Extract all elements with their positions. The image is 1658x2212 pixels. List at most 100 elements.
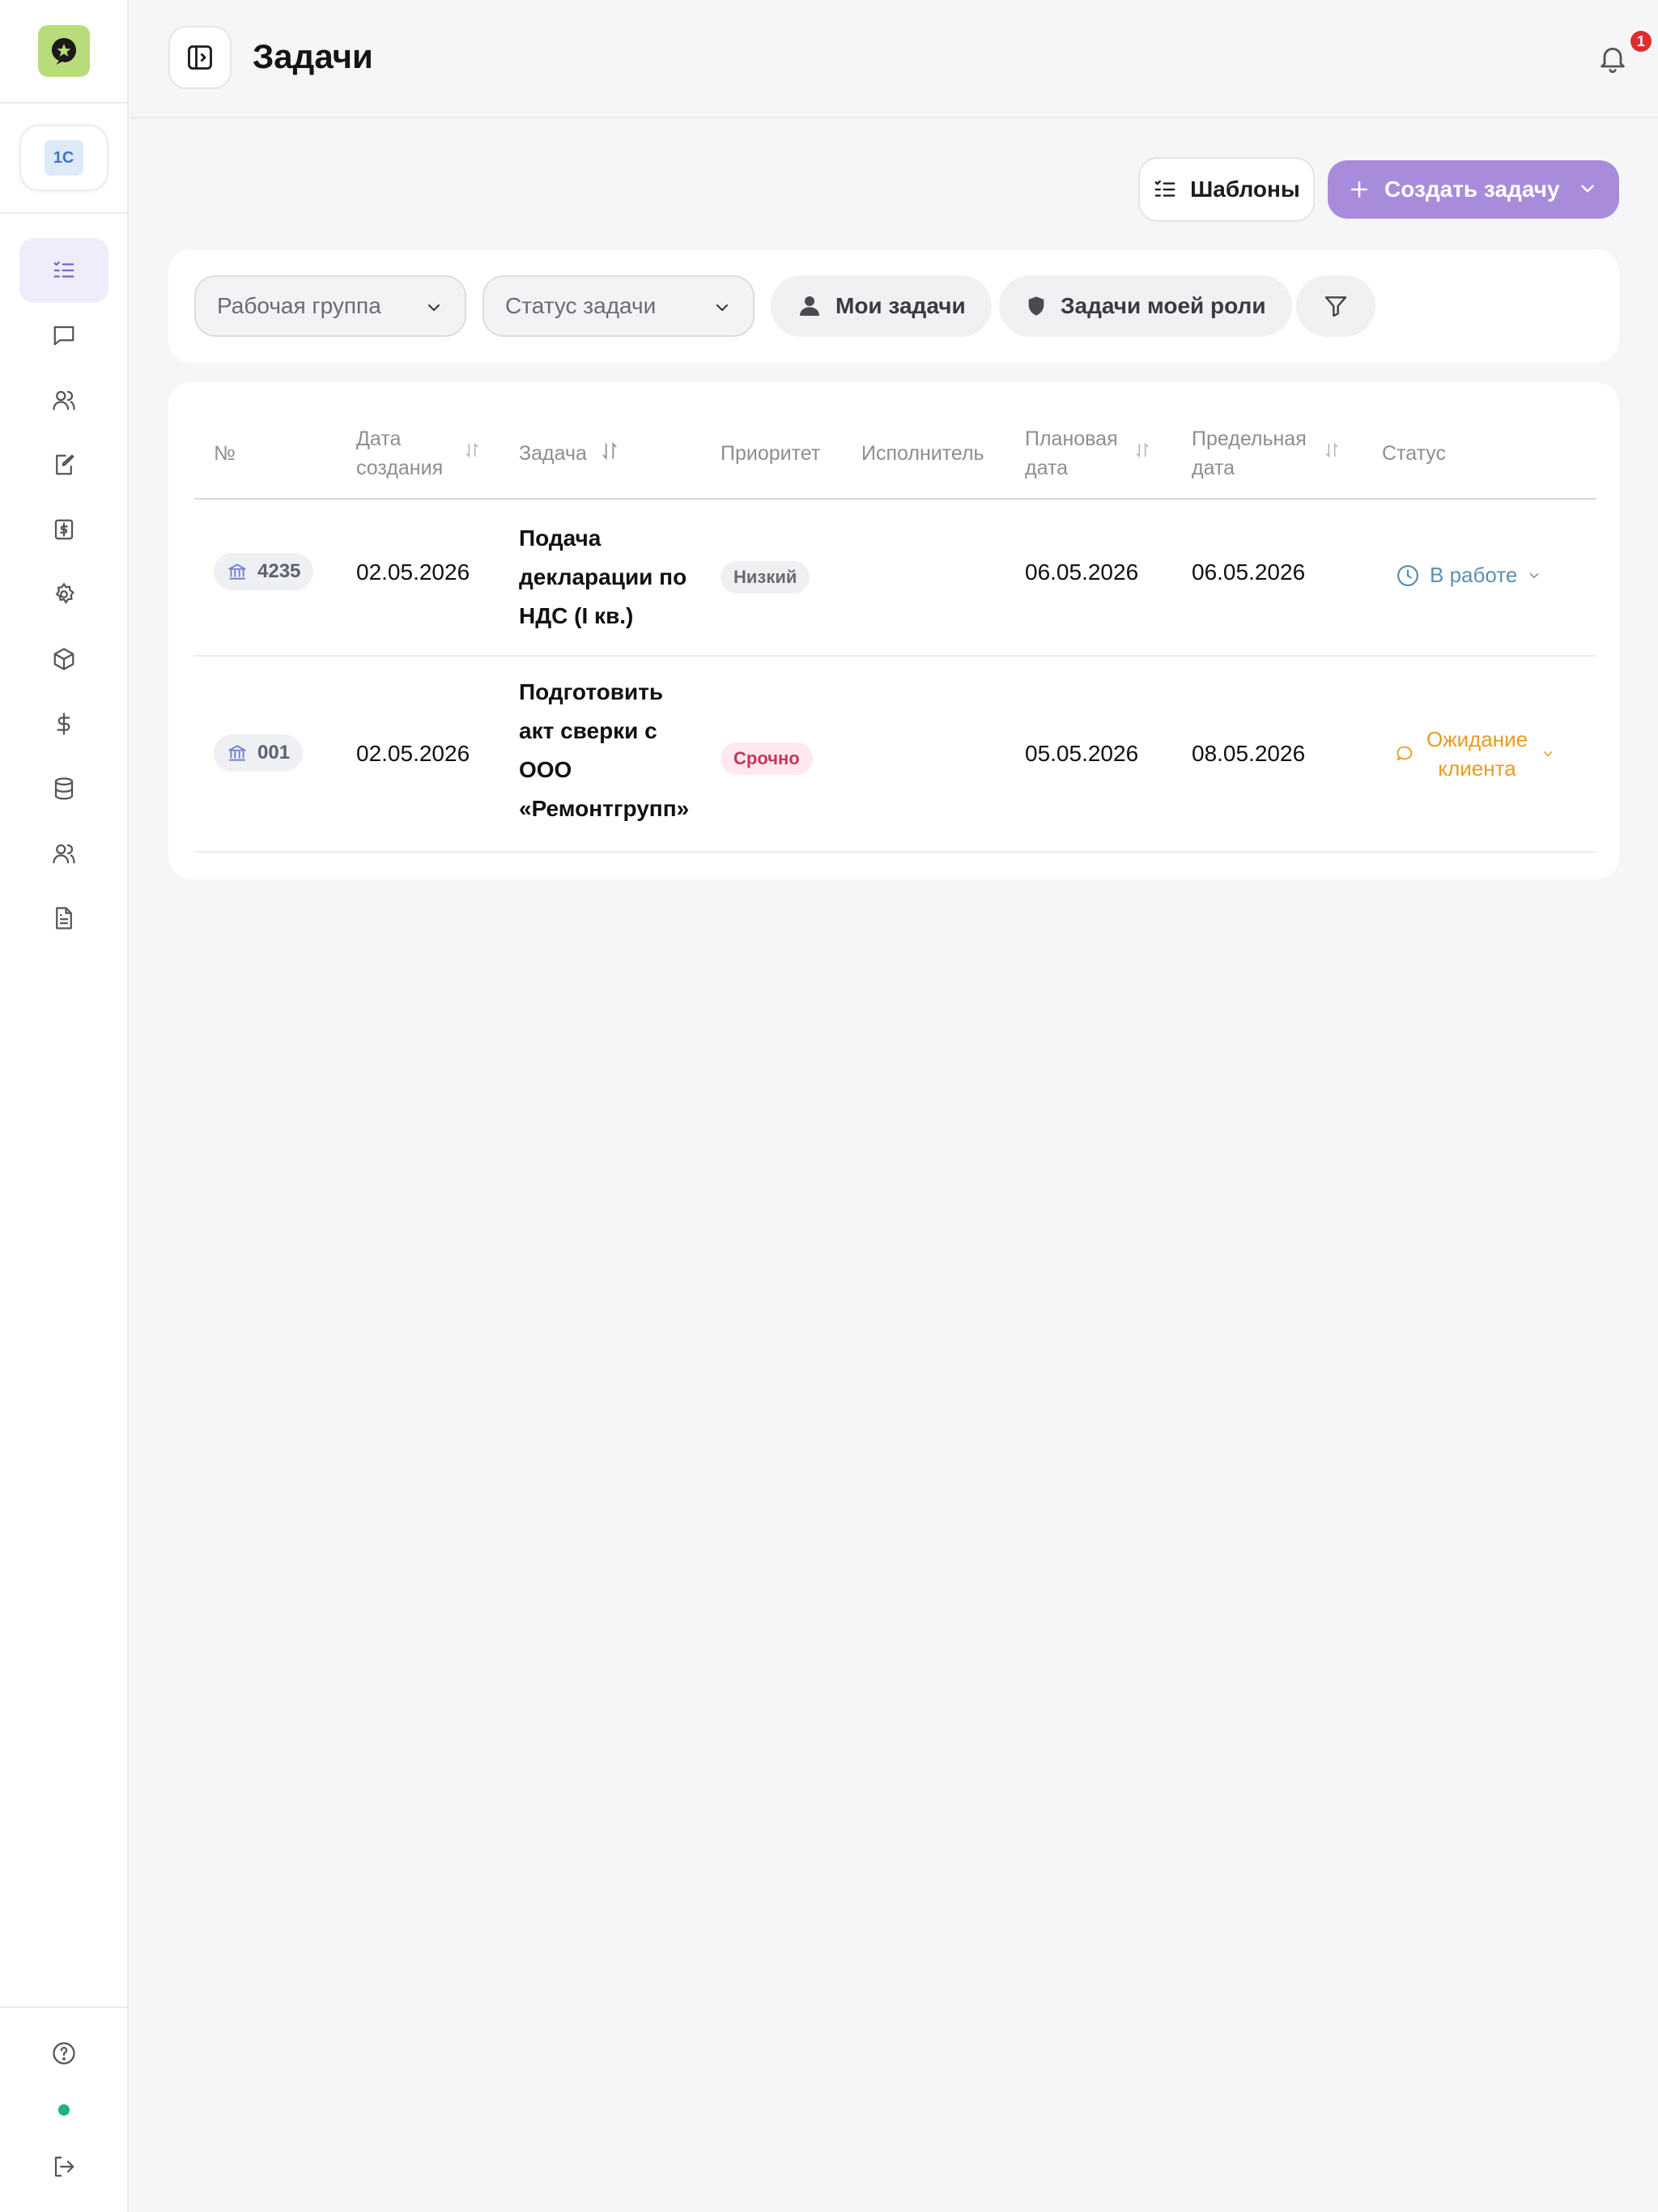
column-header-task[interactable]: Задача <box>519 439 587 468</box>
column-header-status: Статус <box>1382 442 1447 465</box>
task-title-line: ООО <box>519 757 572 782</box>
status-dropdown[interactable]: Ожидание клиента <box>1396 725 1555 783</box>
my-tasks-filter-label: Мои задачи <box>835 293 966 318</box>
deadline-date: 06.05.2026 <box>1192 559 1306 585</box>
templates-list-icon <box>1154 180 1175 197</box>
status-dropdown[interactable]: В работе <box>1396 563 1541 588</box>
work-group-select[interactable]: Рабочая группа <box>194 275 466 337</box>
status-label: В работе <box>1430 563 1518 587</box>
sidebar-item-reports[interactable] <box>19 886 108 951</box>
logout-button[interactable] <box>19 2134 108 2199</box>
column-header-created[interactable]: Дата создания <box>356 424 443 483</box>
filters-panel: Рабочая группа Статус задачи Мои задачи … <box>168 249 1619 363</box>
sidebar-toggle-button[interactable] <box>168 26 232 89</box>
task-status-select[interactable]: Статус задачи <box>483 275 755 337</box>
notifications-count-badge: 1 <box>1629 29 1653 53</box>
chevron-down-icon[interactable] <box>1577 178 1598 199</box>
invoice-icon <box>54 519 74 540</box>
planned-date: 05.05.2026 <box>1025 741 1139 766</box>
sidebar-item-documents[interactable] <box>19 432 108 497</box>
sidebar-item-settings[interactable] <box>19 562 108 627</box>
logo-icon <box>51 38 76 65</box>
column-header-planned[interactable]: Плановая дата <box>1025 424 1118 483</box>
advanced-filter-button[interactable] <box>1296 275 1375 337</box>
tasks-table: № Дата создания Задача Приоритет Исполни… <box>168 382 1619 879</box>
database-icon <box>54 777 74 800</box>
panel-toggle-icon <box>188 45 212 70</box>
column-header-number: № <box>214 442 236 465</box>
online-status <box>19 2086 108 2134</box>
priority-badge: Низкий <box>721 561 810 593</box>
logout-icon <box>54 2156 74 2177</box>
sidebar: 1С <box>0 0 129 2212</box>
row-divider <box>194 851 1596 853</box>
planned-date: 06.05.2026 <box>1025 559 1139 585</box>
app-root: 1С Задачи 1 Шаблоны Создать задачу Рабоч… <box>0 0 1658 2212</box>
sidebar-item-finance[interactable] <box>19 691 108 756</box>
create-task-button[interactable]: Создать задачу <box>1328 160 1619 219</box>
page-title: Задачи <box>253 37 373 75</box>
help-icon <box>53 2042 75 2065</box>
bell-icon <box>1601 47 1625 73</box>
sort-icon[interactable] <box>1133 440 1151 460</box>
org-area: 1С <box>0 104 127 214</box>
file-text-icon <box>56 907 72 929</box>
chevron-down-icon <box>716 304 728 311</box>
column-header-planned-line2: дата <box>1025 457 1069 479</box>
sidebar-divider <box>0 2006 129 2008</box>
top-header: Задачи 1 <box>130 0 1658 118</box>
templates-button-label: Шаблоны <box>1190 177 1300 202</box>
role-tasks-filter[interactable]: Задачи моей роли <box>999 275 1292 337</box>
sort-icon[interactable] <box>599 440 620 462</box>
column-header-deadline-line1: Предельная <box>1192 428 1307 450</box>
chat-bubble-icon <box>1397 746 1413 761</box>
chevron-down-icon <box>1530 572 1539 578</box>
task-title[interactable]: Подача декларации по НДС (I кв.) <box>519 519 697 636</box>
column-header-assignee: Исполнитель <box>861 442 984 465</box>
column-header-deadline[interactable]: Предельная дата <box>1192 424 1307 483</box>
users-icon <box>53 844 75 864</box>
sidebar-item-users[interactable] <box>19 821 108 886</box>
task-title-line: акт сверки с <box>519 718 657 743</box>
sidebar-item-chat[interactable] <box>19 303 108 368</box>
org-switcher[interactable]: 1С <box>19 125 108 191</box>
task-title-line: «Ремонтгрупп» <box>519 796 690 821</box>
sidebar-item-products[interactable] <box>19 627 108 691</box>
templates-button[interactable]: Шаблоны <box>1138 157 1315 222</box>
created-date: 02.05.2026 <box>356 741 470 766</box>
task-status-select-label: Статус задачи <box>505 293 657 318</box>
task-title-line: НДС (I кв.) <box>519 603 634 628</box>
plus-icon <box>1351 181 1367 198</box>
table-row[interactable]: 4235 02.05.2026 Подача декларации по НДС… <box>168 500 1619 655</box>
app-logo[interactable] <box>37 25 90 77</box>
my-tasks-filter[interactable]: Мои задачи <box>771 275 992 337</box>
sort-icon[interactable] <box>1323 440 1341 460</box>
sidebar-item-invoices[interactable] <box>19 497 108 562</box>
deadline-date: 08.05.2026 <box>1192 741 1306 766</box>
sidebar-item-clients[interactable] <box>19 368 108 432</box>
sidebar-item-database[interactable] <box>19 756 108 821</box>
table-row[interactable]: 001 02.05.2026 Подготовить акт сверки с … <box>168 657 1619 851</box>
online-status-dot <box>58 2104 70 2116</box>
task-number-badge: 001 <box>214 734 304 772</box>
column-header-priority: Приоритет <box>721 442 821 465</box>
document-edit-icon <box>56 454 74 475</box>
notifications-button[interactable] <box>1596 42 1629 74</box>
create-task-button-label: Создать задачу <box>1384 177 1560 202</box>
sort-icon[interactable] <box>463 440 481 460</box>
task-number: 4235 <box>257 560 301 582</box>
sidebar-item-tasks[interactable] <box>19 238 108 303</box>
chevron-down-icon <box>428 304 440 311</box>
bank-icon <box>228 745 246 761</box>
clients-icon <box>53 390 75 410</box>
tasks-list-icon <box>53 261 74 278</box>
sidebar-nav <box>19 238 108 951</box>
column-header-created-line1: Дата <box>356 428 402 450</box>
chat-icon <box>53 325 74 346</box>
shield-icon <box>1028 296 1044 316</box>
task-title[interactable]: Подготовить акт сверки с ООО «Ремонтгруп… <box>519 673 697 828</box>
help-button[interactable] <box>19 2021 108 2086</box>
task-number: 001 <box>257 742 291 764</box>
chevron-down-icon <box>1543 751 1553 757</box>
logo-area <box>0 0 127 104</box>
